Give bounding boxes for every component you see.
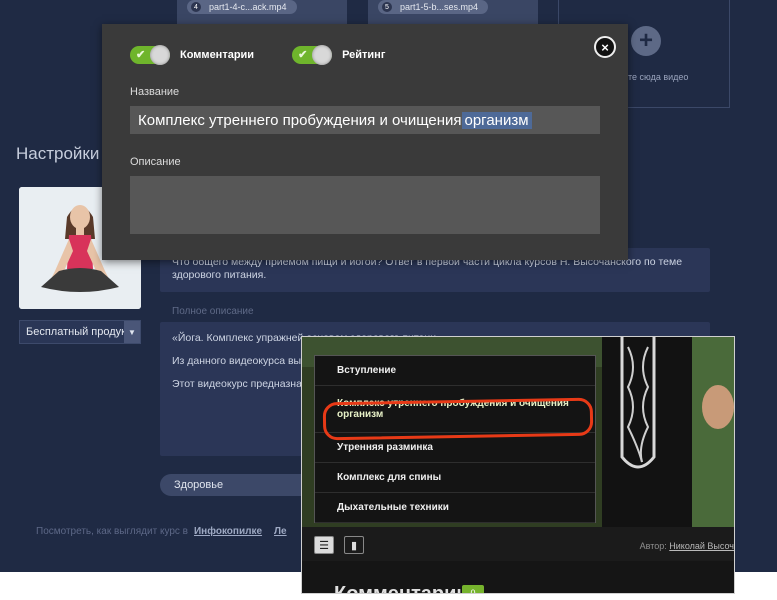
check-icon: ✔ — [136, 49, 146, 61]
secondary-link[interactable]: Ле — [274, 526, 287, 537]
toggle-knob — [150, 45, 170, 65]
chapter-item[interactable]: Вступление — [315, 356, 595, 386]
comments-count-badge: 0 — [462, 585, 484, 593]
author-info: Автор: Николай Высоч — [640, 541, 734, 551]
edit-video-dialog: ✔ Комментарии ✔ Рейтинг × Название Компл… — [102, 24, 628, 260]
bookmark-icon[interactable]: ▮ — [344, 536, 364, 554]
video-player: Вступление Комплекс утреннего пробуждени… — [301, 336, 735, 594]
product-type-value: Бесплатный продук — [26, 326, 124, 338]
player-control-bar: ☰ ▮ Автор: Николай Высоч — [302, 527, 734, 561]
product-type-select[interactable]: Бесплатный продук ▼ — [19, 320, 141, 344]
infokopilka-link[interactable]: Инфокопилке — [194, 526, 262, 537]
video-number: 4 — [191, 2, 201, 12]
close-icon[interactable]: × — [594, 36, 616, 58]
name-input-selection: организм — [461, 111, 532, 129]
chapter-item[interactable]: Дыхательные техники — [315, 493, 595, 523]
plus-icon[interactable]: + — [631, 26, 661, 56]
check-icon: ✔ — [298, 49, 308, 61]
toggle-knob — [312, 45, 333, 65]
video-filename: part1-4-c...ack.mp4 — [209, 2, 287, 12]
highlight-annotation — [322, 397, 594, 441]
video-number: 5 — [382, 2, 392, 12]
video-filename: part1-5-b...ses.mp4 — [400, 2, 479, 12]
author-prefix: Автор: — [639, 541, 667, 551]
preview-text: Посмотреть, как выглядит курс в — [36, 526, 188, 537]
author-link[interactable]: Николай Высоч — [669, 541, 734, 551]
rating-toggle[interactable]: ✔ — [292, 45, 333, 65]
comments-section: Комментарии 0 — [302, 561, 734, 594]
comments-toggle[interactable]: ✔ — [130, 45, 170, 65]
name-input[interactable]: Комплекс утреннего пробуждения и очищени… — [130, 106, 600, 134]
category-select[interactable]: Здоровье — [160, 474, 320, 496]
settings-title: Настройки — [16, 144, 100, 163]
preview-link-row: Посмотреть, как выглядит курс в Инфокопил… — [36, 526, 287, 537]
video-thumb-label: 5 part1-5-b...ses.mp4 — [378, 0, 489, 14]
description-label: Описание — [130, 156, 181, 168]
full-description-label: Полное описание — [172, 306, 254, 317]
chapter-menu: Вступление Комплекс утреннего пробуждени… — [314, 355, 596, 523]
comments-toggle-label: Комментарии — [180, 49, 255, 61]
add-video-text: ите сюда видео — [623, 72, 689, 82]
toggles-row: ✔ Комментарии ✔ Рейтинг — [130, 45, 386, 65]
comments-title: Комментарии — [334, 583, 469, 594]
name-input-text: Комплекс утреннего пробуждения и очищени… — [138, 111, 462, 129]
description-input[interactable] — [130, 176, 600, 234]
name-label: Название — [130, 86, 180, 98]
video-thumb-label: 4 part1-4-c...ack.mp4 — [187, 0, 297, 14]
chevron-down-icon[interactable]: ▼ — [124, 321, 140, 343]
chapter-item[interactable]: Комплекс для спины — [315, 463, 595, 493]
chapter-list-icon[interactable]: ☰ — [314, 536, 334, 554]
rating-toggle-label: Рейтинг — [342, 49, 386, 61]
